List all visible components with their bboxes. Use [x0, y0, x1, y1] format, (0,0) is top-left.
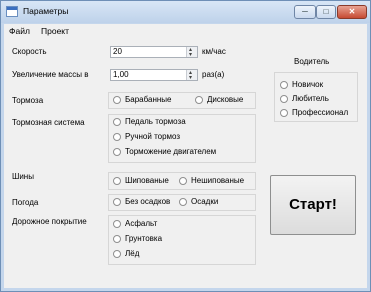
speed-value: 20 — [113, 47, 122, 56]
app-icon — [6, 6, 18, 17]
radio-circle[interactable] — [113, 96, 121, 104]
brake-system-label: Тормозная система — [12, 118, 85, 127]
radio-professional-label: Профессионал — [292, 108, 349, 117]
minimize-button[interactable]: ─ — [294, 5, 316, 19]
menu-bar: Файл Проект — [4, 24, 367, 38]
radio-novice-label: Новичок — [292, 80, 324, 89]
form-area: Скорость 20 км/час Увеличение массы в 1,… — [4, 38, 367, 288]
radio-asphalt-label: Асфальт — [125, 219, 158, 228]
main-window: Параметры ─ □ ✕ Файл Проект Скорость 20 … — [0, 0, 371, 292]
driver-label: Водитель — [294, 57, 330, 66]
mass-unit: раз(а) — [202, 70, 225, 79]
mass-value: 1,00 — [113, 70, 129, 79]
radio-circle[interactable] — [113, 133, 121, 141]
menu-file[interactable]: Файл — [9, 26, 30, 36]
start-button[interactable]: Старт! — [270, 175, 356, 235]
window-title: Параметры — [23, 6, 69, 16]
radio-circle[interactable] — [113, 250, 121, 258]
radio-circle[interactable] — [113, 235, 121, 243]
radio-circle[interactable] — [280, 109, 288, 117]
tires-label: Шины — [12, 172, 34, 181]
speed-unit: км/час — [202, 47, 226, 56]
road-label: Дорожное покрытие — [12, 217, 87, 226]
radio-hand-brake-label: Ручной тормоз — [125, 132, 181, 141]
brakes-label: Тормоза — [12, 96, 44, 105]
radio-circle[interactable] — [113, 118, 121, 126]
radio-no-precipitation-label: Без осадков — [125, 197, 171, 206]
mass-input[interactable]: 1,00 — [110, 68, 198, 83]
radio-drum-label: Барабанные — [125, 95, 172, 104]
mass-label: Увеличение массы в — [12, 70, 89, 79]
radio-circle[interactable] — [113, 198, 121, 206]
radio-brake-pedal-label: Педаль тормоза — [125, 117, 186, 126]
radio-engine-braking-label: Торможение двигателем — [125, 147, 217, 156]
radio-disc-label: Дисковые — [207, 95, 244, 104]
weather-label: Погода — [12, 198, 39, 207]
radio-non-studded-label: Нешипованые — [191, 176, 245, 185]
radio-circle[interactable] — [195, 96, 203, 104]
radio-ice-label: Лёд — [125, 249, 140, 258]
speed-input[interactable]: 20 — [110, 45, 198, 60]
maximize-button[interactable]: □ — [316, 5, 336, 19]
radio-dirt-road-label: Грунтовка — [125, 234, 163, 243]
radio-circle[interactable] — [179, 177, 187, 185]
close-button[interactable]: ✕ — [337, 5, 367, 19]
radio-precipitation-label: Осадки — [191, 197, 219, 206]
menu-project[interactable]: Проект — [41, 26, 69, 36]
radio-circle[interactable] — [113, 220, 121, 228]
radio-circle[interactable] — [280, 81, 288, 89]
radio-circle[interactable] — [113, 148, 121, 156]
radio-amateur-label: Любитель — [292, 94, 329, 103]
title-bar[interactable]: Параметры ─ □ ✕ — [1, 1, 370, 23]
radio-circle[interactable] — [280, 95, 288, 103]
radio-circle[interactable] — [113, 177, 121, 185]
speed-spinner-icon[interactable] — [186, 45, 197, 60]
radio-studded-label: Шипованые — [125, 176, 169, 185]
speed-label: Скорость — [12, 47, 47, 56]
mass-spinner-icon[interactable] — [186, 68, 197, 83]
radio-circle[interactable] — [179, 198, 187, 206]
